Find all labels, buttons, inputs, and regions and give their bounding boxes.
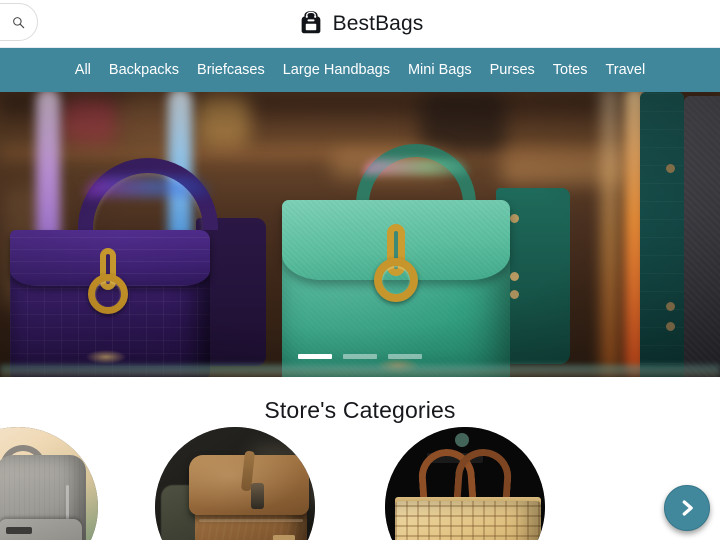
category-card-backpack[interactable] — [0, 427, 98, 540]
search-icon — [12, 16, 25, 29]
nav-item-briefcases[interactable]: Briefcases — [188, 63, 274, 78]
site-header: BestBags — [0, 0, 720, 48]
search-button[interactable] — [0, 3, 38, 41]
carousel-dot-2[interactable] — [343, 354, 377, 359]
categories-next-button[interactable] — [664, 485, 710, 531]
nav-item-travel[interactable]: Travel — [596, 63, 654, 78]
brand-name: BestBags — [332, 12, 424, 35]
backpack-icon — [297, 7, 325, 40]
carousel-indicators — [0, 354, 720, 359]
carousel-dot-1[interactable] — [298, 354, 332, 359]
categories-heading: Store's Categories — [264, 397, 456, 423]
store-categories-section: Store's Categories — [0, 377, 720, 540]
hero-bag-purple — [10, 158, 300, 377]
brand-logo[interactable]: BestBags — [297, 7, 424, 40]
hero-image — [0, 92, 720, 377]
nav-item-mini-bags[interactable]: Mini Bags — [399, 63, 481, 78]
hero-carousel[interactable] — [0, 92, 720, 377]
nav-item-totes[interactable]: Totes — [544, 63, 597, 78]
category-card-messenger[interactable] — [155, 427, 315, 540]
nav-item-all[interactable]: All — [66, 63, 100, 78]
category-card-tote[interactable] — [385, 427, 545, 540]
tote-thumbnail — [385, 427, 545, 540]
chevron-right-icon — [676, 497, 698, 519]
page-root: BestBags All Backpacks Briefcases Large … — [0, 0, 720, 540]
backpack-thumbnail — [0, 427, 98, 540]
nav-item-large-handbags[interactable]: Large Handbags — [274, 63, 399, 78]
hero-bag-green — [282, 144, 602, 377]
messenger-thumbnail — [155, 427, 315, 540]
categories-carousel — [0, 425, 720, 540]
nav-item-purses[interactable]: Purses — [481, 63, 544, 78]
category-nav: All Backpacks Briefcases Large Handbags … — [0, 48, 720, 92]
nav-item-backpacks[interactable]: Backpacks — [100, 63, 188, 78]
carousel-dot-3[interactable] — [388, 354, 422, 359]
